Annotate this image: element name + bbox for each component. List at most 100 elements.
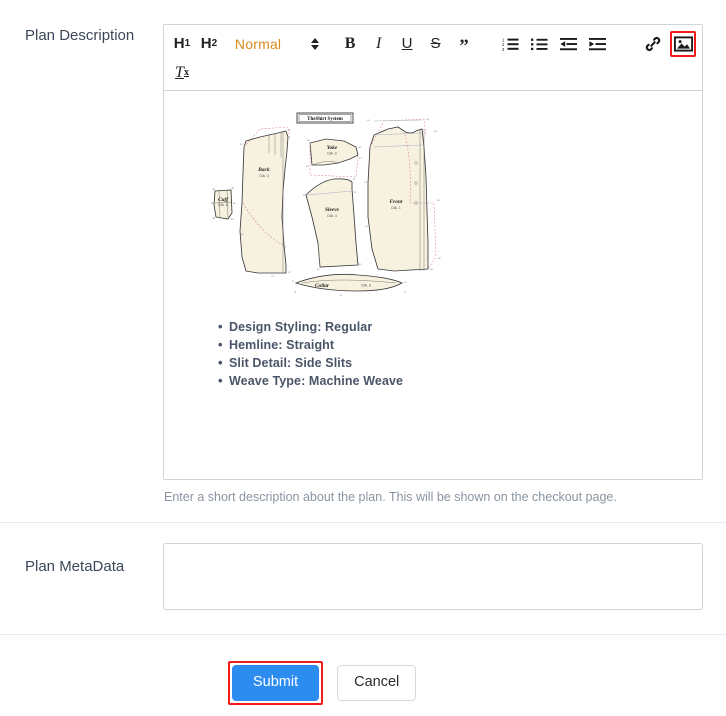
bold-button[interactable]: B: [338, 31, 362, 57]
bullet-list-icon: [531, 37, 548, 51]
svg-text:J1: J1: [292, 281, 295, 283]
yoke-dia: DIA. 2: [327, 152, 337, 156]
bullet-list-button[interactable]: [528, 31, 552, 57]
plan-form-page: Plan Description H1 H2 Normal B I U S ” …: [0, 0, 726, 716]
plan-description-editor-wrap: H1 H2 Normal B I U S ” 1 2 3 T x TheShir…: [163, 24, 703, 506]
toolbar-row-1: H1 H2 Normal B I U S ” 1 2 3: [170, 29, 697, 58]
svg-text:A4: A4: [213, 217, 216, 220]
svg-text:A2: A2: [232, 187, 235, 190]
piece-front: Front DIA. 1 G1 G2 G3 G4 G5 G6 H1 H2: [364, 118, 442, 272]
svg-text:G4: G4: [364, 182, 368, 184]
toolbar-row-2: Tx: [170, 58, 696, 87]
svg-text:E1: E1: [359, 147, 362, 149]
cancel-button[interactable]: Cancel: [337, 665, 417, 701]
heading-1-label: H: [173, 35, 185, 52]
strikethrough-button[interactable]: S: [424, 31, 448, 57]
clear-formatting-button[interactable]: Tx: [170, 60, 194, 86]
svg-text:F1: F1: [353, 179, 356, 181]
outdent-button[interactable]: [557, 31, 581, 57]
svg-text:E4: E4: [307, 140, 310, 142]
indent-icon: [589, 37, 607, 51]
bold-label: B: [344, 34, 356, 52]
svg-text:J5: J5: [404, 292, 407, 294]
editor-toolbar: H1 H2 Normal B I U S ” 1 2 3 T x: [164, 25, 702, 91]
strikethrough-label: S: [430, 35, 441, 52]
heading-2-label: H: [200, 35, 212, 52]
svg-text:A3: A3: [231, 218, 234, 221]
diagram-title-box: TheShirt System: [296, 112, 354, 124]
svg-text:G6: G6: [430, 269, 434, 271]
svg-text:D2: D2: [240, 144, 244, 146]
ordered-list-icon: 1 2 3: [502, 37, 519, 51]
svg-text:E2: E2: [359, 158, 362, 160]
link-button[interactable]: [641, 31, 665, 57]
underline-button[interactable]: U: [395, 31, 419, 57]
svg-text:H1: H1: [437, 200, 441, 202]
front-label: Front: [390, 199, 403, 205]
svg-text:C2: C2: [288, 272, 292, 274]
svg-text:G5: G5: [365, 226, 369, 228]
heading-2-button[interactable]: H2: [197, 31, 221, 57]
quote-label: ”: [459, 35, 469, 57]
list-item: Design Styling: Regular: [218, 318, 692, 336]
svg-text:B1: B1: [233, 203, 236, 205]
piece-back: Back DIA. 3 C1 C2 C3 D1 D2: [239, 126, 292, 278]
shirt-pattern-diagram: .pc { fill:#f7f2e0; stroke:#3a3a3a; stro…: [198, 107, 473, 299]
form-actions: Submit Cancel: [0, 635, 726, 705]
svg-text:J2: J2: [404, 282, 407, 284]
svg-text:H2: H2: [438, 258, 442, 260]
clear-formatting-label: T: [175, 63, 184, 81]
plan-description-row: Plan Description H1 H2 Normal B I U S ” …: [0, 0, 726, 506]
list-item: Slit Detail: Side Slits: [218, 354, 692, 372]
submit-button-highlight: Submit: [228, 661, 324, 705]
outdent-icon: [560, 37, 578, 51]
svg-text:F2: F2: [354, 192, 357, 194]
plan-description-label: Plan Description: [25, 27, 135, 44]
plan-metadata-input[interactable]: [163, 543, 703, 610]
yoke-label: Yoke: [327, 145, 338, 151]
heading-1-sub: 1: [184, 38, 191, 49]
svg-text:G1: G1: [367, 120, 371, 122]
plan-description-helper-text: Enter a short description about the plan…: [164, 490, 617, 504]
collar-label: Collar: [315, 283, 330, 289]
svg-text:J4: J4: [340, 295, 343, 297]
clear-formatting-sub: x: [183, 67, 189, 78]
link-icon: [645, 36, 661, 52]
diagram-title: TheShirt System: [307, 117, 344, 122]
cuff-dia: DIA. 5: [218, 203, 228, 207]
piece-yoke: Yoke DIA. 2 E1 E2 E3 E4: [306, 138, 362, 178]
back-label: Back: [257, 167, 270, 173]
heading-2-sub: 2: [211, 38, 218, 49]
svg-text:A1: A1: [213, 188, 216, 191]
format-select[interactable]: Normal: [231, 36, 323, 52]
svg-text:J3: J3: [294, 292, 297, 294]
ordered-list-button[interactable]: 1 2 3: [499, 31, 523, 57]
underline-label: U: [401, 35, 413, 52]
editor-content-area[interactable]: .pc { fill:#f7f2e0; stroke:#3a3a3a; stro…: [164, 91, 702, 479]
pattern-svg: .pc { fill:#f7f2e0; stroke:#3a3a3a; stro…: [211, 112, 442, 297]
blockquote-button[interactable]: ”: [452, 31, 476, 57]
svg-text:F3: F3: [359, 264, 362, 266]
submit-button[interactable]: Submit: [232, 665, 320, 701]
svg-text:3: 3: [502, 46, 505, 50]
sleeve-label: Sleeve: [325, 207, 340, 213]
list-item: Hemline: Straight: [218, 336, 692, 354]
italic-label: I: [375, 34, 382, 52]
insert-image-button[interactable]: [670, 30, 697, 57]
heading-1-button[interactable]: H1: [170, 31, 194, 57]
sleeve-dia: DIA. 4: [327, 214, 337, 218]
svg-text:G3: G3: [434, 131, 438, 133]
piece-sleeve: Sleeve DIA. 4 F1 F2 F3 F4 F5: [303, 178, 362, 271]
collar-dia: DIA. 6: [361, 284, 371, 288]
format-select-value: Normal: [234, 35, 282, 52]
plan-metadata-label: Plan MetaData: [25, 558, 125, 575]
back-dia: DIA. 3: [259, 174, 269, 178]
svg-text:C3: C3: [271, 276, 275, 278]
indent-button[interactable]: [586, 31, 610, 57]
plan-metadata-row: Plan MetaData: [0, 523, 726, 634]
description-bullet-list: Design Styling: Regular Hemline: Straigh…: [218, 318, 692, 390]
svg-text:F4: F4: [317, 269, 320, 271]
rich-text-editor[interactable]: H1 H2 Normal B I U S ” 1 2 3 T x TheShir…: [163, 24, 703, 480]
svg-text:E3: E3: [306, 166, 309, 168]
italic-button[interactable]: I: [367, 31, 391, 57]
